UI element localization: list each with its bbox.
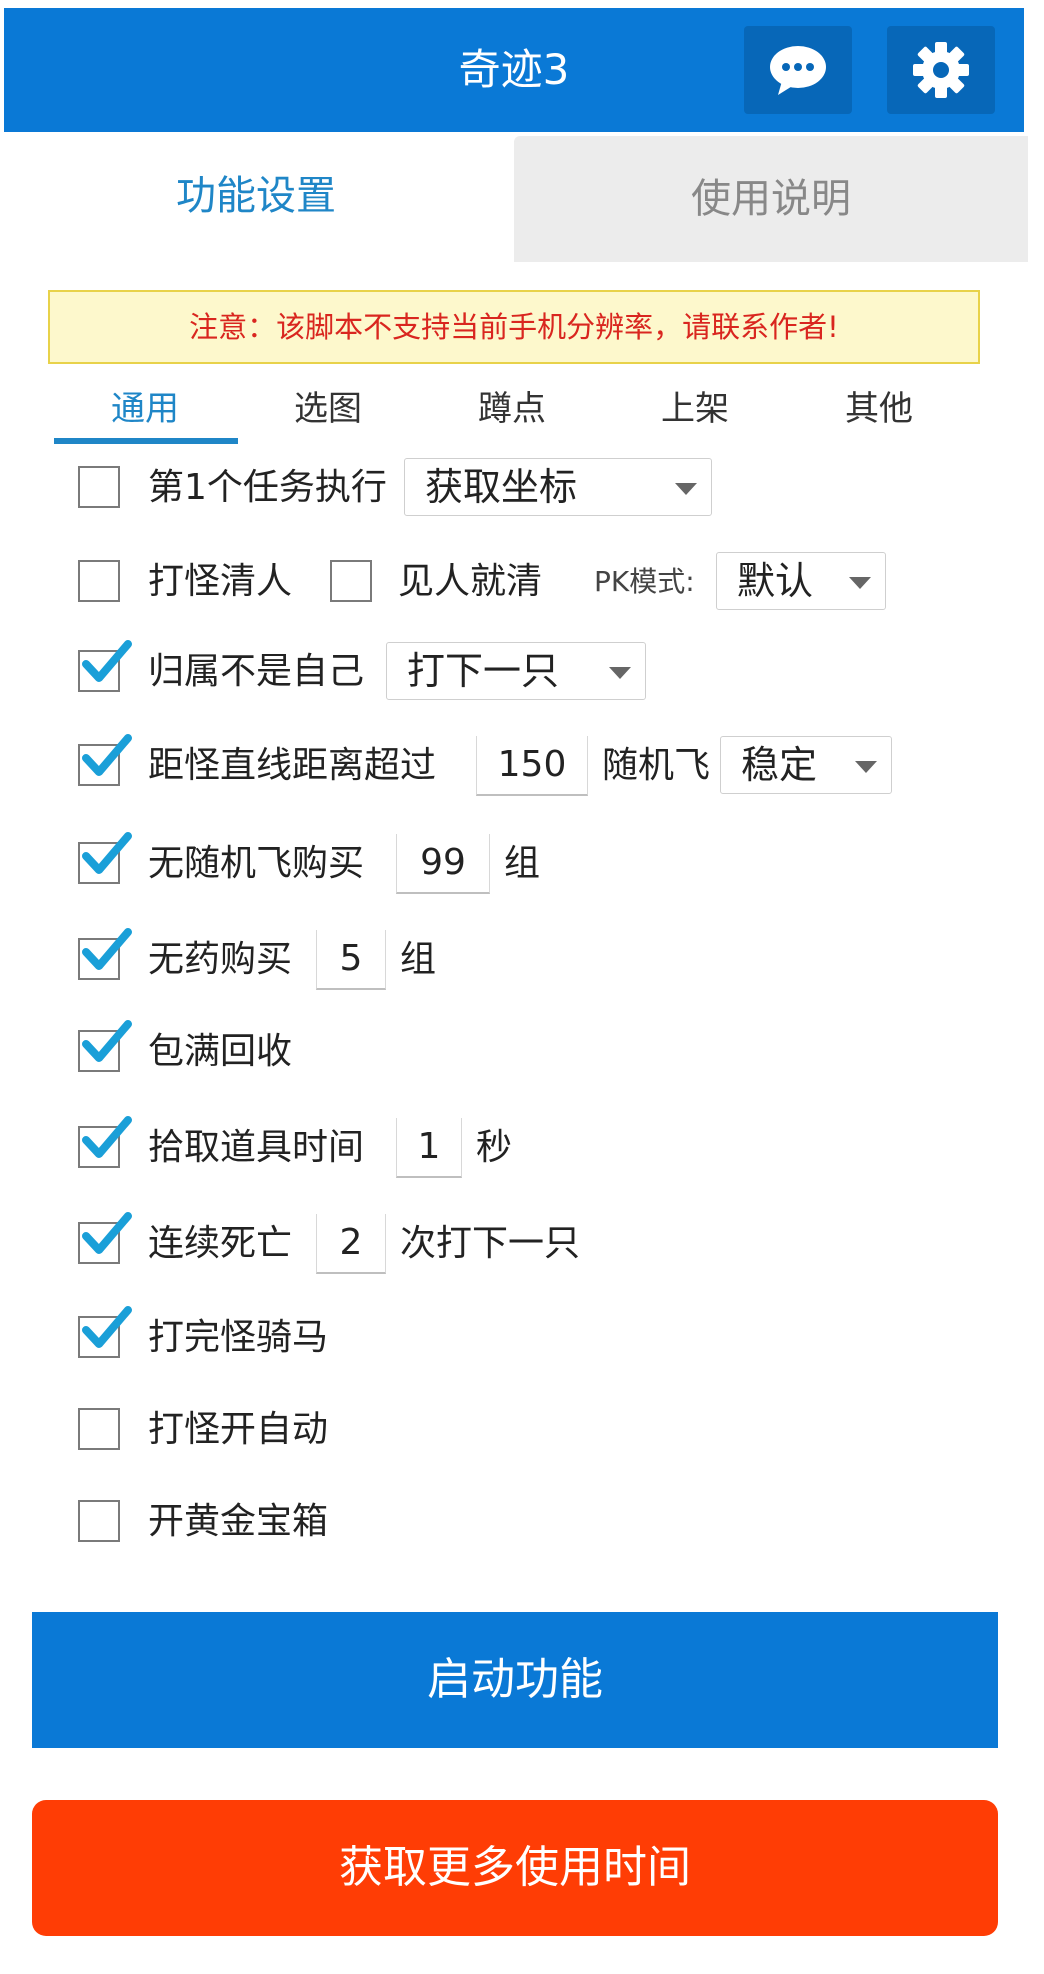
checkbox[interactable] <box>78 1212 132 1264</box>
tab-function-settings[interactable]: 功能设置 <box>0 132 512 260</box>
option-suffix: 次打下一只 <box>400 1223 581 1264</box>
option-label: 无药购买 <box>148 939 293 980</box>
option-label: 打怪开自动 <box>148 1409 329 1450</box>
check-icon <box>82 734 132 776</box>
tab-instructions[interactable]: 使用说明 <box>514 136 1028 262</box>
option-label: 距怪直线距离超过 <box>148 745 437 786</box>
subtab-other[interactable]: 其他 <box>804 384 954 434</box>
unit-label: 组 <box>504 843 541 884</box>
subtab-listing[interactable]: 上架 <box>620 384 770 434</box>
option-label: 打完怪骑马 <box>148 1317 329 1358</box>
subtab-indicator <box>54 438 238 444</box>
dropdown-caret-icon <box>609 667 631 679</box>
option-row-clear: 打怪清人 见人就清 PK模式: 默认 <box>0 552 1044 612</box>
option-label: 第1个任务执行 <box>148 467 387 508</box>
checkbox[interactable] <box>78 734 132 786</box>
checkbox[interactable] <box>78 1500 120 1542</box>
checkbox[interactable] <box>78 1306 132 1358</box>
option-label: 拾取道具时间 <box>148 1127 365 1168</box>
check-icon <box>82 1306 132 1348</box>
checkbox[interactable] <box>78 560 120 602</box>
check-icon <box>82 1116 132 1158</box>
checkbox[interactable] <box>78 1020 132 1072</box>
unit-label: 组 <box>400 939 437 980</box>
check-icon <box>82 640 132 682</box>
option-label: 打怪清人 <box>148 561 293 602</box>
option-label: 连续死亡 <box>148 1223 293 1264</box>
buy-fly-quantity-input[interactable]: 99 <box>396 834 490 894</box>
checkbox[interactable] <box>78 928 132 980</box>
option-label: 无随机飞购买 <box>148 843 365 884</box>
select-value: 稳定 <box>741 743 818 787</box>
check-icon <box>82 928 132 970</box>
select-value: 打下一只 <box>407 649 560 693</box>
checkbox[interactable] <box>78 1408 120 1450</box>
task-select[interactable]: 获取坐标 <box>404 458 712 516</box>
check-icon <box>82 832 132 874</box>
checkbox[interactable] <box>78 466 120 508</box>
check-icon <box>82 1212 132 1254</box>
check-icon <box>82 1020 132 1062</box>
owner-select[interactable]: 打下一只 <box>386 642 646 700</box>
pk-mode-label: PK模式: <box>594 565 695 598</box>
option-row-buy-potion: 无药购买 5 组 <box>0 928 1044 990</box>
checkbox[interactable] <box>78 832 132 884</box>
get-more-time-button[interactable]: 获取更多使用时间 <box>32 1800 998 1936</box>
option-label-2: 见人就清 <box>398 561 543 602</box>
dropdown-caret-icon <box>849 577 871 589</box>
checkbox-see-player[interactable] <box>330 560 372 602</box>
warning-notice: 注意：该脚本不支持当前手机分辨率，请联系作者! <box>48 290 980 364</box>
option-label: 开黄金宝箱 <box>148 1501 329 1542</box>
random-fly-select[interactable]: 稳定 <box>720 736 892 794</box>
subtab-camp[interactable]: 蹲点 <box>437 384 587 434</box>
option-row-pickup: 拾取道具时间 1 秒 <box>0 1116 1044 1178</box>
pickup-time-input[interactable]: 1 <box>396 1118 462 1178</box>
option-row-distance: 距怪直线距离超过 150 随机飞 稳定 <box>0 734 1044 796</box>
subtab-general[interactable]: 通用 <box>70 384 220 434</box>
option-row-owner: 归属不是自己 打下一只 <box>0 640 1044 702</box>
dropdown-caret-icon <box>675 483 697 495</box>
select-value: 默认 <box>737 559 814 603</box>
subtab-select-map[interactable]: 选图 <box>253 384 403 434</box>
option-row-auto: 打怪开自动 <box>0 1400 1044 1460</box>
unit-label: 秒 <box>476 1127 513 1168</box>
option-row-chest: 开黄金宝箱 <box>0 1492 1044 1552</box>
death-count-input[interactable]: 2 <box>316 1214 386 1274</box>
dropdown-caret-icon <box>855 761 877 773</box>
option-row-buy-fly: 无随机飞购买 99 组 <box>0 832 1044 894</box>
chat-button[interactable] <box>744 26 852 114</box>
option-label: 归属不是自己 <box>148 651 365 692</box>
app-title: 奇迹3 <box>458 45 570 94</box>
settings-button[interactable] <box>887 26 995 114</box>
pk-mode-select[interactable]: 默认 <box>716 552 886 610</box>
gear-icon <box>913 42 969 98</box>
checkbox[interactable] <box>78 1116 132 1168</box>
buy-potion-quantity-input[interactable]: 5 <box>316 930 386 990</box>
option-row-ride: 打完怪骑马 <box>0 1306 1044 1368</box>
title-bar: 奇迹3 <box>4 8 1024 132</box>
option-row-task: 第1个任务执行 获取坐标 <box>0 458 1044 518</box>
option-row-recycle: 包满回收 <box>0 1020 1044 1082</box>
chat-bubble-icon <box>770 46 826 95</box>
option-label: 包满回收 <box>148 1031 293 1072</box>
distance-input[interactable]: 150 <box>476 736 588 796</box>
checkbox[interactable] <box>78 640 132 692</box>
option-label-2: 随机飞 <box>602 745 711 786</box>
option-row-death: 连续死亡 2 次打下一只 <box>0 1212 1044 1274</box>
select-value: 获取坐标 <box>425 465 578 509</box>
start-button[interactable]: 启动功能 <box>32 1612 998 1748</box>
